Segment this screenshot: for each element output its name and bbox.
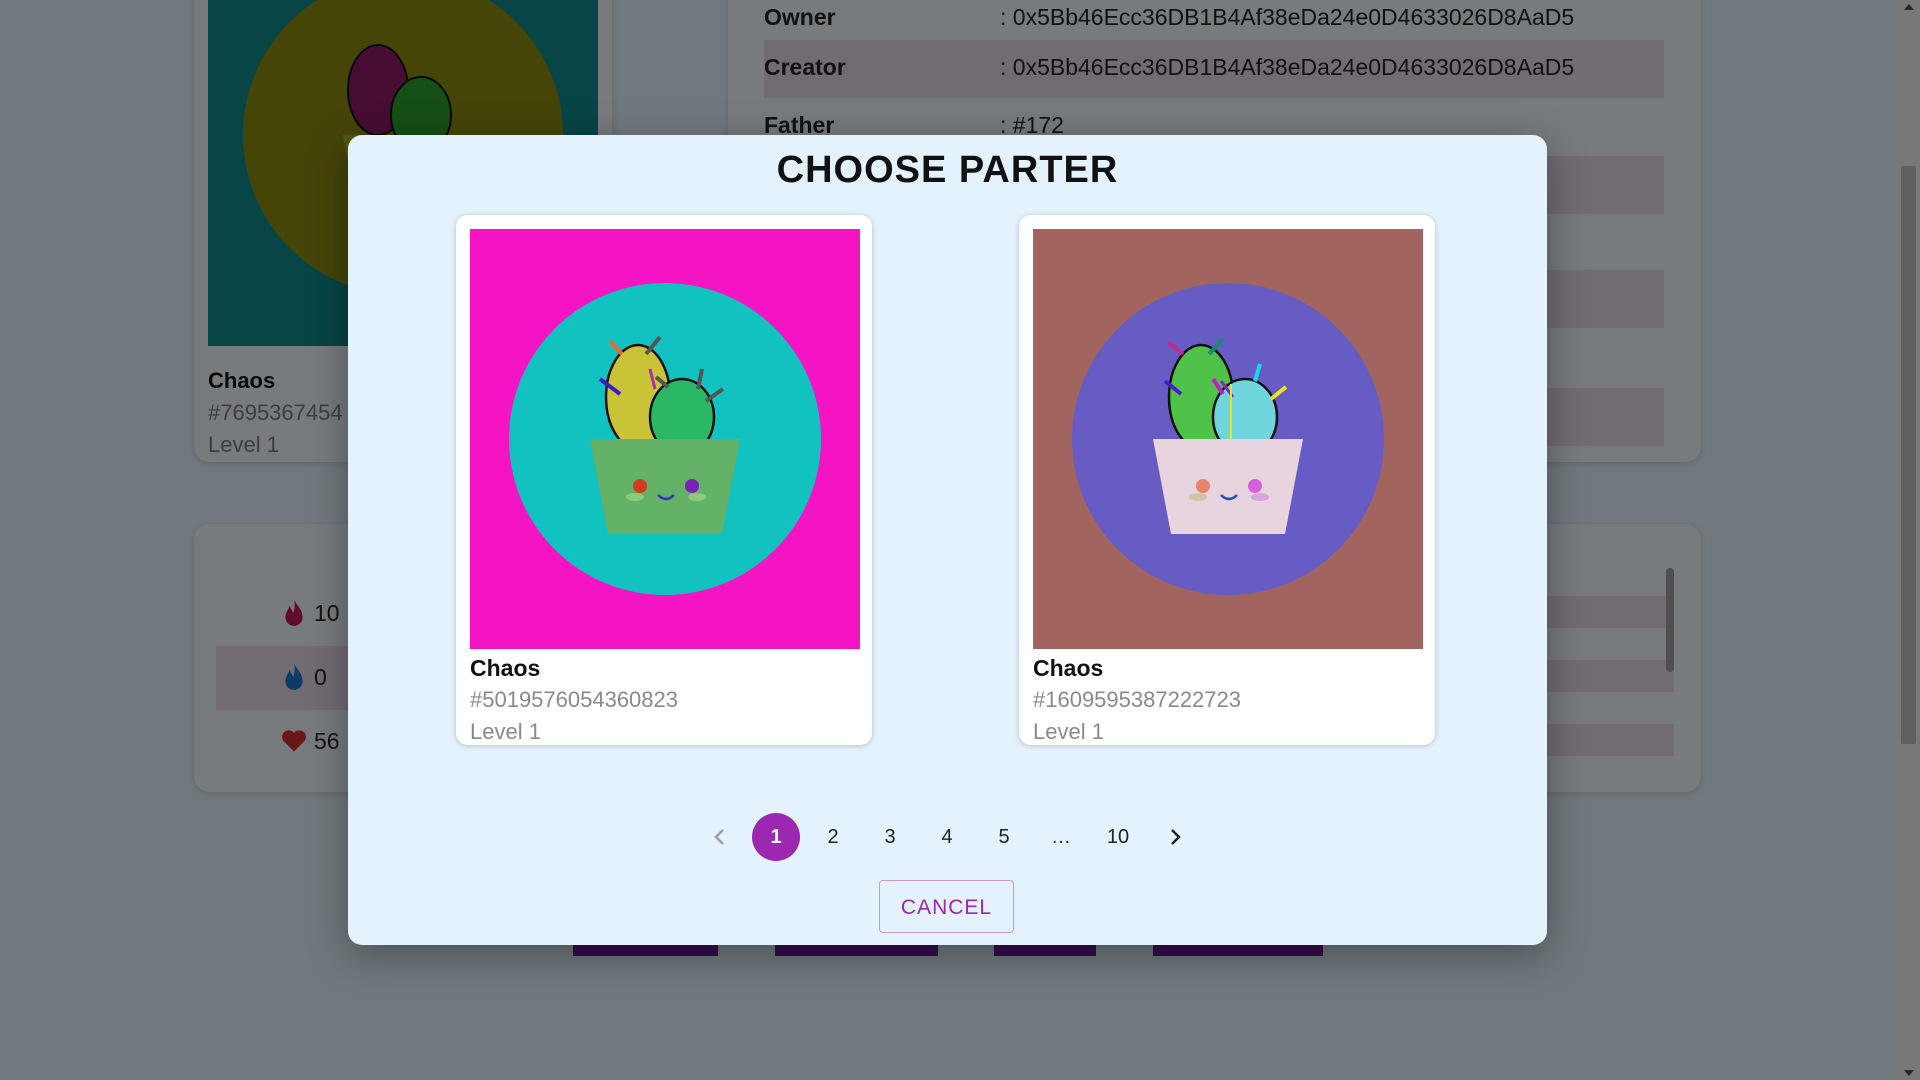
- cactus-image: [1033, 229, 1423, 649]
- partner-level: Level 1: [470, 719, 541, 744]
- partner-card[interactable]: Chaos #1609595387222723 Level 1: [1019, 215, 1435, 745]
- partner-id: #5019576054360823: [470, 687, 679, 712]
- cactus-pot: [1153, 439, 1303, 534]
- page-button-10[interactable]: 10: [1094, 813, 1142, 861]
- partner-card[interactable]: Chaos #5019576054360823 Level 1: [456, 215, 872, 745]
- cancel-button[interactable]: CANCEL: [879, 880, 1014, 933]
- partner-level: Level 1: [1033, 719, 1104, 744]
- page-button-1[interactable]: 1: [752, 813, 800, 861]
- chevron-left-icon[interactable]: [696, 813, 744, 861]
- partner-id: #1609595387222723: [1033, 687, 1242, 712]
- page-button-5[interactable]: 5: [980, 813, 1028, 861]
- partner-name: Chaos: [470, 655, 541, 681]
- cactus-pot: [590, 439, 740, 534]
- partner-name: Chaos: [1033, 655, 1104, 681]
- cactus-image: [470, 229, 860, 649]
- choose-partner-dialog: CHOOSE PARTER Chaos #5019576054360823 Le…: [348, 135, 1547, 945]
- dialog-title: CHOOSE PARTER: [776, 149, 1119, 191]
- page-button-4[interactable]: 4: [923, 813, 971, 861]
- chevron-right-icon[interactable]: [1151, 813, 1199, 861]
- page-button-2[interactable]: 2: [809, 813, 857, 861]
- page-ellipsis: …: [1051, 826, 1071, 848]
- page-button-3[interactable]: 3: [866, 813, 914, 861]
